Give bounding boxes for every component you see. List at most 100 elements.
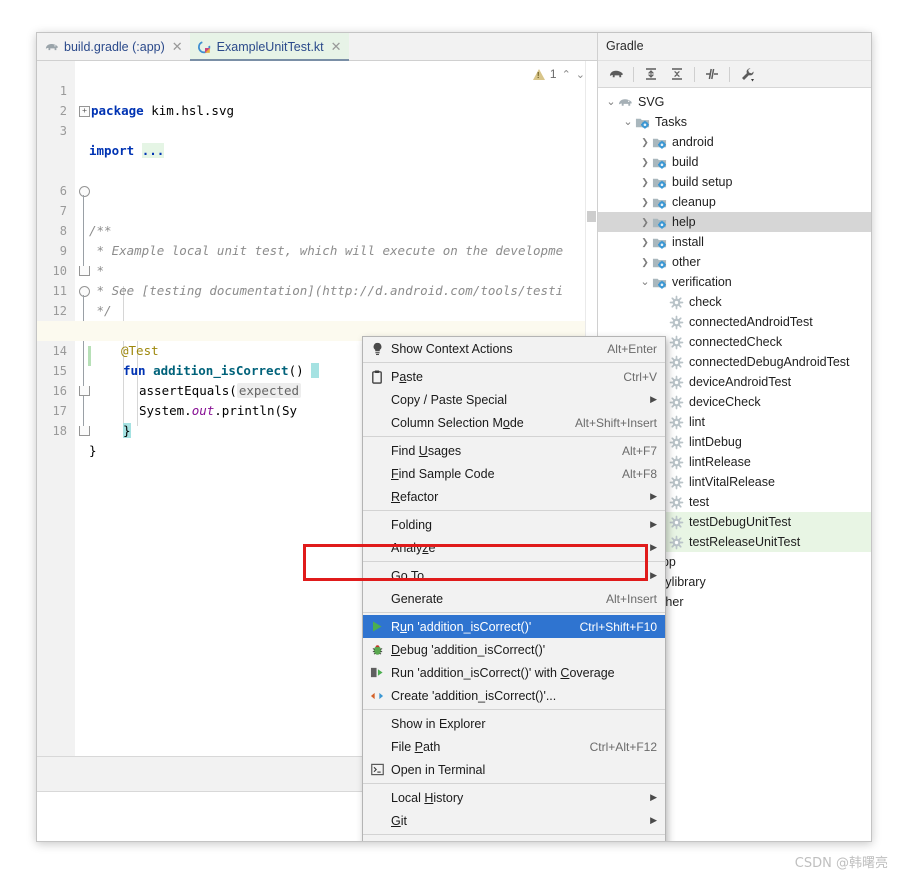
submenu-arrow-icon: ▶ xyxy=(650,570,657,580)
toolbar-divider xyxy=(729,66,730,82)
code-line: 1 package kim.hsl.svg xyxy=(37,61,597,118)
code-line: 10 * See [testing documentation](http://… xyxy=(37,241,597,298)
code-line: 8 * Example local unit test, which will … xyxy=(37,201,597,258)
gradle-execute-icon[interactable] xyxy=(604,63,628,85)
gradle-tree-node[interactable]: ❯ other xyxy=(598,252,871,272)
gear-task-icon xyxy=(669,355,685,370)
chevron-right-icon[interactable]: ❯ xyxy=(638,192,652,212)
scrollbar-error-stripe[interactable] xyxy=(587,211,596,222)
token-import-folded[interactable]: ... xyxy=(141,143,165,158)
gradle-tree-node-label: lint xyxy=(689,415,705,429)
menu-item-copy-paste-special[interactable]: Copy / Paste Special ▶ xyxy=(363,388,665,411)
menu-separator xyxy=(363,436,665,437)
gradle-tree-node[interactable]: ❯ android xyxy=(598,132,871,152)
gradle-tree-node[interactable]: ⌄ verification xyxy=(598,272,871,292)
menu-item-label: File Path xyxy=(391,739,441,754)
menu-item-local-history[interactable]: Local History ▶ xyxy=(363,786,665,809)
gradle-tree-node-label: connectedAndroidTest xyxy=(689,315,813,329)
gradle-tree-node-label: lintRelease xyxy=(689,455,751,469)
tab-build-gradle[interactable]: build.gradle (:app) ✕ xyxy=(37,33,190,60)
chevron-down-icon[interactable]: ⌄ xyxy=(638,275,652,289)
collapse-all-icon[interactable] xyxy=(665,63,689,85)
tab-example-unit-test[interactable]: ExampleUnitTest.kt ✕ xyxy=(189,33,349,61)
chevron-right-icon[interactable]: ❯ xyxy=(638,232,652,252)
gear-task-icon xyxy=(669,375,685,390)
gradle-tree-node[interactable]: ❯ build xyxy=(598,152,871,172)
chevron-down-icon[interactable]: ⌄ xyxy=(621,115,635,129)
menu-separator xyxy=(363,834,665,835)
line-code: import ... xyxy=(89,141,165,161)
menu-item-create-addition-iscorrect[interactable]: Create 'addition_isCorrect()'... xyxy=(363,684,665,707)
menu-item-generate[interactable]: Generate Alt+Insert xyxy=(363,587,665,610)
task-folder-icon xyxy=(652,255,668,270)
gear-task-icon xyxy=(669,315,685,330)
gradle-tree-node-label: deviceCheck xyxy=(689,395,761,409)
menu-item-label: Find Usages xyxy=(391,443,462,458)
menu-item-label: Folding xyxy=(391,517,432,532)
gradle-tree-node-label: lintVitalRelease xyxy=(689,475,775,489)
gradle-tree-node-label: testDebugUnitTest xyxy=(689,515,792,529)
gradle-tree-node[interactable]: connectedAndroidTest xyxy=(598,312,871,332)
gradle-elephant-icon xyxy=(618,95,634,110)
menu-item-run-addition-iscorrect-with-coverage[interactable]: Run 'addition_isCorrect()' with Coverage xyxy=(363,661,665,684)
menu-item-find-usages[interactable]: Find Usages Alt+F7 xyxy=(363,439,665,462)
menu-item-open-in-terminal[interactable]: Open in Terminal xyxy=(363,758,665,781)
clipboard-icon xyxy=(367,370,387,384)
submenu-arrow-icon: ▶ xyxy=(650,519,657,529)
menu-item-label: Analyze xyxy=(391,540,436,555)
gear-task-icon xyxy=(669,535,685,550)
gradle-tree-node-label: Tasks xyxy=(655,115,687,129)
menu-item-show-context-actions[interactable]: Show Context Actions Alt+Enter xyxy=(363,337,665,360)
line-number: 3 xyxy=(59,124,67,138)
chevron-right-icon[interactable]: ❯ xyxy=(638,252,652,272)
menu-item-debug-addition-iscorrect[interactable]: Debug 'addition_isCorrect()' xyxy=(363,638,665,661)
gradle-tree-node[interactable]: ⌄ Tasks xyxy=(598,112,871,132)
gear-task-icon xyxy=(669,475,685,490)
chevron-right-icon[interactable]: ❯ xyxy=(638,152,652,172)
gradle-tree-node[interactable]: ⌄ SVG xyxy=(598,92,871,112)
close-icon[interactable]: ✕ xyxy=(172,39,183,55)
menu-item-folding[interactable]: Folding ▶ xyxy=(363,513,665,536)
gradle-tree-node[interactable]: ❯ help xyxy=(598,212,871,232)
gradle-tree-node-label: connectedCheck xyxy=(689,335,783,349)
menu-item-compare-with-clipboard[interactable]: Compare with Clipboard xyxy=(363,837,665,843)
compare-icon xyxy=(367,842,387,843)
code-line: 2 xyxy=(37,81,597,118)
gradle-tree-node[interactable]: check xyxy=(598,292,871,312)
menu-item-column-selection-mode[interactable]: Column Selection Mode Alt+Shift+Insert xyxy=(363,411,665,434)
tab-label: ExampleUnitTest.kt xyxy=(216,39,324,54)
chevron-right-icon[interactable]: ❯ xyxy=(638,132,652,152)
ide-window: build.gradle (:app) ✕ ExampleUnitTest.kt… xyxy=(36,32,872,842)
menu-item-run-addition-iscorrect[interactable]: Run 'addition_isCorrect()' Ctrl+Shift+F10 xyxy=(363,615,665,638)
chevron-right-icon[interactable]: ❯ xyxy=(638,172,652,192)
menu-item-find-sample-code[interactable]: Find Sample Code Alt+F8 xyxy=(363,462,665,485)
menu-item-label: Paste xyxy=(391,369,423,384)
menu-item-refactor[interactable]: Refactor ▶ xyxy=(363,485,665,508)
gear-task-icon xyxy=(669,415,685,430)
menu-item-git[interactable]: Git ▶ xyxy=(363,809,665,832)
settings-wrench-icon[interactable] xyxy=(735,63,759,85)
menu-item-show-in-explorer[interactable]: Show in Explorer xyxy=(363,712,665,735)
toggle-offline-icon[interactable] xyxy=(700,63,724,85)
line-number: 18 xyxy=(52,424,67,438)
menu-item-paste[interactable]: Paste Ctrl+V xyxy=(363,365,665,388)
editor-context-menu[interactable]: Show Context Actions Alt+Enter Paste Ctrl+V… xyxy=(362,336,666,843)
expand-all-icon[interactable] xyxy=(639,63,663,85)
lightbulb-icon xyxy=(367,342,387,356)
chevron-down-icon[interactable]: ⌄ xyxy=(604,95,618,109)
gradle-tree-node-label: verification xyxy=(672,275,732,289)
chevron-right-icon[interactable]: ❯ xyxy=(638,212,652,232)
close-icon[interactable]: ✕ xyxy=(331,39,342,55)
code-line: 7 /** xyxy=(37,181,597,238)
gear-task-icon xyxy=(669,295,685,310)
code-line: 3 import ... xyxy=(37,101,597,158)
gradle-tree-node[interactable]: ❯ install xyxy=(598,232,871,252)
gradle-tree-node[interactable]: ❯ build setup xyxy=(598,172,871,192)
gradle-tree-node[interactable]: ❯ cleanup xyxy=(598,192,871,212)
menu-item-file-path[interactable]: File Path Ctrl+Alt+F12 xyxy=(363,735,665,758)
menu-item-label: Find Sample Code xyxy=(391,466,495,481)
menu-item-shortcut: Alt+F8 xyxy=(621,466,657,481)
code-line: 12 class ExampleUnitTest { xyxy=(37,281,597,338)
menu-item-go-to[interactable]: Go To ▶ xyxy=(363,564,665,587)
menu-item-analyze[interactable]: Analyze ▶ xyxy=(363,536,665,559)
